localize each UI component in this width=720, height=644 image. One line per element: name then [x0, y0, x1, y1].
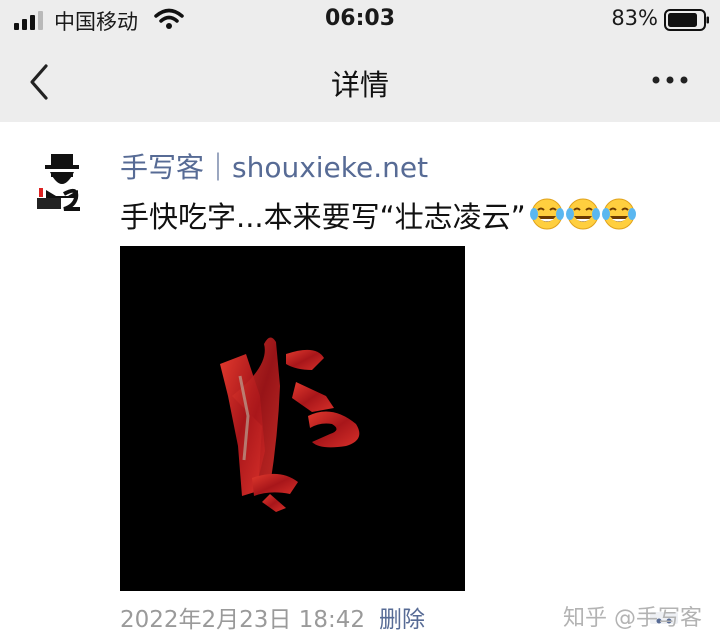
- watermark: 知乎 @手写客: [563, 606, 702, 631]
- more-icon[interactable]: [650, 70, 690, 90]
- author-name[interactable]: 手写客｜shouxieke.net: [120, 146, 428, 186]
- tears-of-joy-emoji-icon: [601, 198, 636, 230]
- moment-post: 手写客｜shouxieke.net 手快吃字...本来要写“壮志凌云” 2022…: [0, 122, 720, 644]
- avatar[interactable]: [34, 150, 96, 212]
- calligraphy-photo[interactable]: [120, 246, 465, 591]
- post-timestamp: 2022年2月23日 18:42: [120, 607, 366, 633]
- post-text-body: 手快吃字...本来要写“壮志凌云”: [120, 200, 526, 234]
- nav-bar: 详情: [0, 40, 720, 122]
- post-meta: 2022年2月23日 18:42 删除: [120, 600, 425, 634]
- status-bar: 中国移动 06:03 83%: [0, 0, 720, 40]
- post-text: 手快吃字...本来要写“壮志凌云”: [120, 194, 638, 238]
- battery-icon: [664, 9, 709, 31]
- battery-percent: 83%: [611, 6, 658, 30]
- tears-of-joy-emoji-icon: [529, 198, 564, 230]
- tears-of-joy-emoji-icon: [565, 198, 600, 230]
- page-title: 详情: [330, 68, 389, 102]
- delete-button[interactable]: 删除: [379, 607, 425, 633]
- emoji-group: [529, 197, 638, 238]
